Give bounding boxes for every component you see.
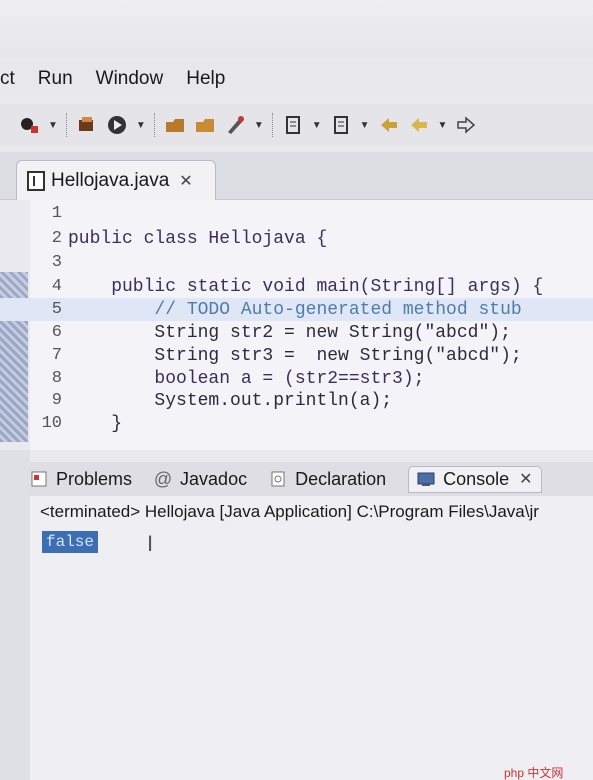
chevron-down-icon[interactable]: ▼ xyxy=(438,120,448,131)
watermark: php 中文网 xyxy=(504,766,564,780)
code-line-current[interactable]: 5 // TODO Auto-generated method stub xyxy=(0,298,593,321)
problems-icon xyxy=(30,470,48,488)
menu-help[interactable]: Help xyxy=(186,68,225,90)
editor-tab-bar: Hellojava.java ✕ xyxy=(0,152,593,200)
tab-console[interactable]: Console ✕ xyxy=(408,465,542,493)
run-icon[interactable] xyxy=(106,114,128,136)
close-icon[interactable]: ✕ xyxy=(179,171,192,191)
back-icon[interactable] xyxy=(408,114,430,136)
chevron-down-icon[interactable]: ▼ xyxy=(48,120,58,131)
tab-problems[interactable]: Problems xyxy=(30,469,132,490)
code-line[interactable]: 4 public static void main(String[] args)… xyxy=(0,275,593,298)
left-gutter xyxy=(0,450,30,780)
code-text: } xyxy=(68,413,123,434)
code-text: String str3 = new String("abcd"); xyxy=(68,345,522,366)
view-tab-bar: Problems @ Javadoc Declaration Console ✕ xyxy=(30,462,593,496)
external-tools-icon[interactable] xyxy=(76,114,98,136)
next-annotation-icon[interactable] xyxy=(282,114,304,136)
line-number: 4 xyxy=(51,277,62,296)
search-icon[interactable] xyxy=(224,114,246,136)
screen-top xyxy=(0,0,593,58)
console-status: <terminated> Hellojava [Java Application… xyxy=(40,502,539,521)
console-icon xyxy=(417,470,435,488)
java-file-icon xyxy=(27,170,45,191)
line-number: 10 xyxy=(41,414,62,433)
chevron-down-icon[interactable]: ▼ xyxy=(312,120,322,131)
text-cursor-icon: I xyxy=(147,531,154,556)
menu-window[interactable]: Window xyxy=(96,68,164,90)
forward-icon[interactable] xyxy=(455,114,477,136)
previous-annotation-icon[interactable] xyxy=(330,114,352,136)
code-text: public static void main(String[] args) { xyxy=(68,276,544,297)
menu-bar: ct Run Window Help xyxy=(0,62,593,96)
line-number: 7 xyxy=(51,346,62,365)
tab-label: Declaration xyxy=(295,468,387,489)
menu-run[interactable]: Run xyxy=(38,68,73,90)
tab-label: Problems xyxy=(56,468,133,489)
code-text: public class Hellojava { xyxy=(68,228,328,249)
at-icon: @ xyxy=(153,468,173,489)
code-line[interactable]: 3 xyxy=(0,251,593,274)
tab-javadoc[interactable]: @ Javadoc xyxy=(154,469,247,490)
chevron-down-icon[interactable]: ▼ xyxy=(136,120,146,131)
code-line[interactable]: 1 xyxy=(0,202,593,225)
line-number: 5 xyxy=(51,300,62,319)
open-type-icon[interactable] xyxy=(194,114,216,136)
toolbar-separator xyxy=(271,113,274,137)
new-java-project-icon[interactable] xyxy=(164,114,186,136)
toolbar-separator xyxy=(153,113,156,137)
tab-label: Console xyxy=(443,468,510,489)
code-line[interactable]: 8 boolean a = (str2==str3); xyxy=(0,367,593,390)
line-number: 3 xyxy=(51,253,62,272)
declaration-icon xyxy=(269,470,287,488)
code-text: System.out.println(a); xyxy=(68,390,393,411)
tab-label: Javadoc xyxy=(180,468,248,489)
tab-hellojava[interactable]: Hellojava.java ✕ xyxy=(16,160,216,200)
debug-icon[interactable] xyxy=(18,114,40,136)
code-line[interactable]: 2 public class Hellojava { xyxy=(0,227,593,250)
line-number: 9 xyxy=(51,391,62,410)
line-number: 1 xyxy=(51,204,62,223)
chevron-down-icon[interactable]: ▼ xyxy=(254,120,264,131)
code-text: String str2 = new String("abcd"); xyxy=(68,322,511,343)
code-line[interactable]: 10 } xyxy=(0,412,593,435)
line-number: 8 xyxy=(51,369,62,388)
editor-tab-label: Hellojava.java xyxy=(51,169,170,191)
line-number: 2 xyxy=(51,229,62,248)
line-number: 6 xyxy=(51,323,62,342)
tab-declaration[interactable]: Declaration xyxy=(269,469,386,490)
menu-project[interactable]: ct xyxy=(0,68,15,90)
close-icon[interactable]: ✕ xyxy=(519,469,532,489)
console-view[interactable] xyxy=(30,496,593,780)
main-toolbar: ▼ ▼ ▼ ▼ ▼ ▼ xyxy=(0,104,593,146)
code-line[interactable]: 9 System.out.println(a); xyxy=(0,389,593,412)
chevron-down-icon[interactable]: ▼ xyxy=(360,120,370,131)
code-text: // TODO Auto-generated method stub xyxy=(68,299,522,320)
code-line[interactable]: 7 String str3 = new String("abcd"); xyxy=(0,344,593,367)
code-line[interactable]: 6 String str2 = new String("abcd"); xyxy=(0,321,593,344)
code-text: boolean a = (str2==str3); xyxy=(68,368,425,389)
console-output[interactable]: false xyxy=(42,531,99,553)
last-edit-icon[interactable] xyxy=(378,114,400,136)
toolbar-separator xyxy=(65,113,68,137)
